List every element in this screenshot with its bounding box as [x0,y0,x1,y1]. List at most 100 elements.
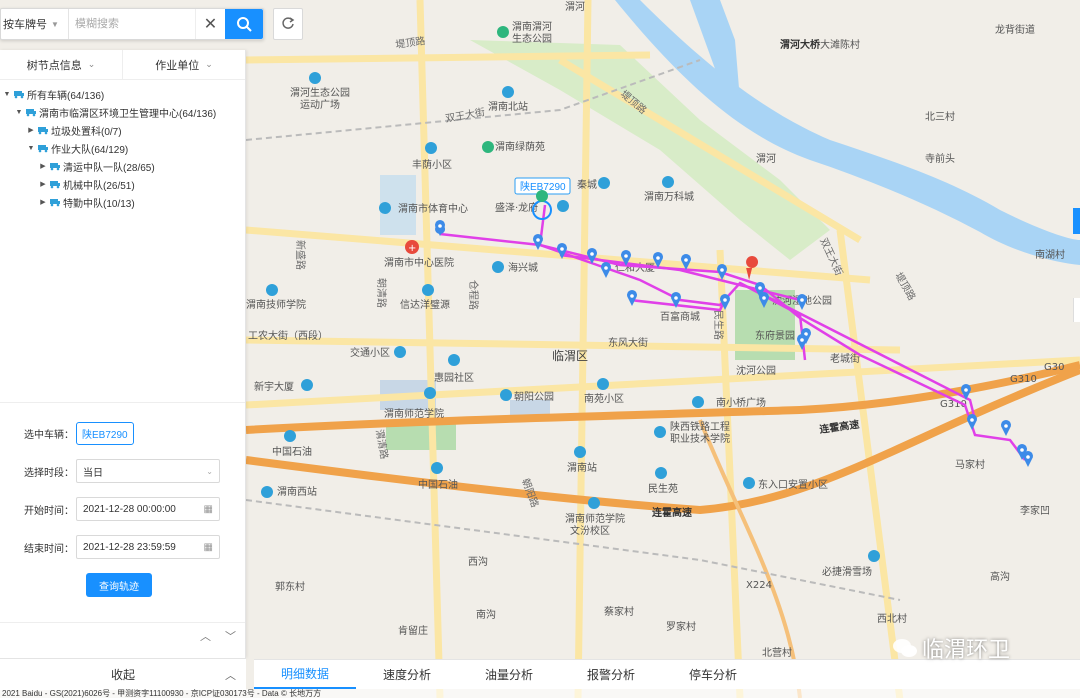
track-point-dot [800,298,804,302]
start-time-value: 2021-12-28 00:00:00 [83,503,176,515]
tree-node-label: 机械中队(26/51) [63,180,135,192]
tree-node[interactable]: ▶ 清运中队一队(28/65) [0,157,245,175]
panel-tabs: 树节点信息 ⌄ 作业单位 ⌄ [0,50,245,80]
svg-text:北三村: 北三村 [925,110,955,123]
end-time-value: 2021-12-28 23:59:59 [83,541,176,553]
chevron-down-icon: ▼ [51,19,59,29]
search-input[interactable] [69,9,195,39]
search-type-select[interactable]: 按车牌号 ▼ [1,9,69,39]
svg-text:丰荫小区: 丰荫小区 [412,158,452,171]
svg-text:信达洋璧源: 信达洋璧源 [400,298,450,311]
track-point-dot [964,388,968,392]
svg-text:龙背街道: 龙背街道 [995,23,1035,36]
panel-scroll-controls: ︿ ﹀ [200,628,236,644]
tree-node[interactable]: ▶ 特勤中队(10/13) [0,193,245,211]
chevron-down-icon: ⌄ [205,59,213,69]
svg-text:渭南绿荫苑: 渭南绿荫苑 [495,140,545,153]
svg-text:中国石油: 中国石油 [272,445,312,458]
calendar-icon: ▦ [203,503,213,515]
caret-down-icon[interactable]: ▼ [14,109,24,116]
svg-text:渭南师范学院: 渭南师范学院 [565,512,625,525]
tab-tree-info[interactable]: 树节点信息 ⌄ [0,50,122,79]
track-point-dot [604,266,608,270]
refresh-button[interactable] [273,8,303,40]
caret-down-icon[interactable]: ▼ [26,145,36,152]
track-point-dot [758,286,762,290]
end-time-field[interactable]: 2021-12-28 23:59:59 ▦ [76,535,220,559]
svg-text:秦城: 秦城 [577,178,597,191]
track-point-dot [1004,424,1008,428]
watermark-text: 临渭环卫 [922,638,1011,663]
svg-text:新盛路: 新盛路 [294,240,307,270]
selected-vehicle-tag[interactable]: 陕EB7290 [76,421,134,445]
map-tool-tab[interactable] [1073,208,1080,234]
svg-text:沈河公园: 沈河公园 [736,364,776,377]
svg-text:朝阳公园: 朝阳公园 [514,391,554,403]
watermark: 临渭环卫 [892,632,1010,664]
svg-text:渭南站: 渭南站 [567,461,597,474]
wechat-icon [893,639,917,657]
tab-detail-data[interactable]: 明细数据 [254,660,356,689]
svg-text:渭南师范学院: 渭南师范学院 [384,407,444,420]
chevron-down-icon: ⌄ [87,59,96,69]
svg-text:民生路: 民生路 [712,310,725,340]
svg-text:渭南渭河: 渭南渭河 [512,20,552,33]
track-point-dot [630,294,634,298]
tree-node-label: 清运中队一队(28/65) [63,162,155,174]
tree-node-label: 特勤中队(10/13) [63,198,135,210]
divider [0,622,245,623]
track-query-form: 选中车辆： 陕EB7290 选择时段： 当日 ⌄ 开始时间： 2021-12-28… [0,402,245,597]
caret-right-icon[interactable]: ▶ [38,198,48,206]
chevron-up-icon: ︿ [225,669,236,682]
track-point-dot [720,268,724,272]
svg-text:惠园社区: 惠园社区 [434,371,474,384]
svg-text:陕西铁路工程: 陕西铁路工程 [670,420,730,433]
svg-text:必捷滑雪场: 必捷滑雪场 [822,565,872,578]
svg-text:渭河: 渭河 [756,153,776,165]
tree-node[interactable]: ▼ 作业大队(64/129) [0,139,245,157]
svg-text:南小桥广场: 南小桥广场 [716,396,766,409]
query-track-button[interactable]: 查询轨迹 [86,573,152,597]
caret-right-icon[interactable]: ▶ [26,126,36,134]
collapse-label: 收起 [110,668,135,682]
tab-work-unit[interactable]: 作业单位 ⌄ [122,50,245,79]
tree-node[interactable]: ▼ 渭南市临渭区环境卫生管理中心(64/136) [0,103,245,121]
start-time-field[interactable]: 2021-12-28 00:00:00 ▦ [76,497,220,521]
tab-speed-analysis[interactable]: 速度分析 [356,660,458,689]
tab-label: 作业单位 [155,59,200,72]
tab-fuel-analysis[interactable]: 油量分析 [458,660,560,689]
svg-text:李家凹: 李家凹 [1020,504,1050,517]
svg-text:渭南市中心医院: 渭南市中心医院 [384,256,454,269]
track-point-dot [590,252,594,256]
search-button[interactable] [225,9,263,39]
svg-text:盛泽·龙府: 盛泽·龙府 [495,201,538,214]
collapse-button[interactable]: 收起 ︿ [0,658,246,690]
track-point-dot [674,296,678,300]
caret-down-icon[interactable]: ▼ [2,91,12,98]
vehicle-icon [37,125,49,135]
calendar-icon: ▦ [203,541,213,553]
track-point-dot [800,338,804,342]
caret-right-icon[interactable]: ▶ [38,180,48,188]
clear-icon[interactable]: ✕ [195,9,225,39]
svg-text:X224: X224 [746,580,772,591]
track-point-dot [1020,448,1024,452]
tab-alarm-analysis[interactable]: 报警分析 [560,660,662,689]
tab-parking-analysis[interactable]: 停车分析 [662,660,764,689]
svg-text:新宇大厦: 新宇大厦 [254,380,294,393]
tree-node[interactable]: ▼ 所有车辆(64/136) [0,85,245,103]
caret-right-icon[interactable]: ▶ [38,162,48,170]
vehicle-tree: ▼ 所有车辆(64/136) ▼ 渭南市临渭区环境卫生管理中心(64/136) ▶ 垃圾处… [0,80,245,211]
period-select[interactable]: 当日 ⌄ [76,459,220,483]
chevron-up-icon[interactable]: ︿ [200,628,211,644]
period-label: 选择时段： [24,467,74,479]
tree-node[interactable]: ▶ 机械中队(26/51) [0,175,245,193]
side-panel: 树节点信息 ⌄ 作业单位 ⌄ ▼ 所有车辆(64/136) ▼ 渭南市临渭区环境卫生管理中… [0,50,246,658]
tree-node[interactable]: ▶ 垃圾处置科(0/7) [0,121,245,139]
svg-text:渭南技师学院: 渭南技师学院 [246,298,306,311]
track-point-dot [656,256,660,260]
svg-text:老城街: 老城街 [830,352,860,365]
vehicle-icon [49,179,61,189]
chevron-down-icon[interactable]: ﹀ [225,628,236,644]
map-tool-tab[interactable] [1073,298,1080,322]
